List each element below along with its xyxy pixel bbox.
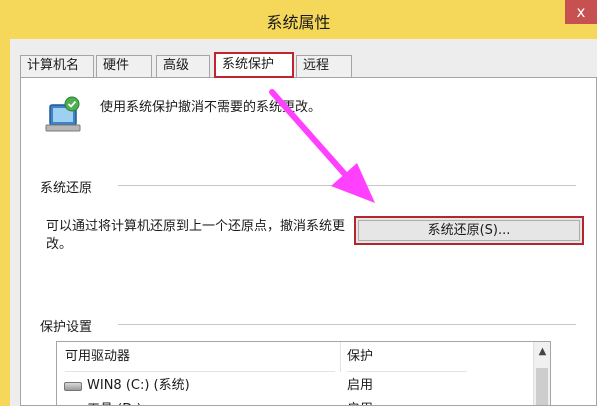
- system-restore-button-label: 系统还原(S)...: [427, 223, 511, 238]
- table-row[interactable]: 工具 (D:) 启用: [57, 398, 535, 405]
- tab-advanced[interactable]: 高级: [156, 55, 210, 77]
- system-restore-group-label: 系统还原: [40, 181, 93, 196]
- system-restore-divider: [118, 185, 576, 186]
- window-title: 系统属性: [266, 13, 331, 32]
- tab-hardware[interactable]: 硬件: [96, 55, 152, 77]
- title-bar: 系统属性 x: [0, 0, 597, 39]
- close-button[interactable]: x: [565, 0, 597, 24]
- drive-name: WIN8 (C:) (系统): [87, 378, 190, 393]
- scrollbar[interactable]: ▲: [533, 342, 550, 405]
- intro-text: 使用系统保护撤消不需要的系统更改。: [100, 100, 322, 115]
- drive-icon: [64, 382, 82, 391]
- protection-settings-divider: [118, 324, 576, 325]
- protection-status: 启用: [347, 398, 373, 405]
- system-restore-description: 可以通过将计算机还原到上一个还原点，撤消系统更改。: [46, 219, 346, 252]
- table-row[interactable]: WIN8 (C:) (系统) 启用: [57, 374, 535, 398]
- scroll-up-arrow-icon[interactable]: ▲: [534, 346, 550, 357]
- tab-system-protection[interactable]: 系统保护: [214, 52, 294, 78]
- drive-name: 工具 (D:): [87, 398, 142, 405]
- protection-status: 启用: [347, 378, 374, 393]
- scroll-thumb[interactable]: [536, 368, 548, 405]
- tab-remote[interactable]: 远程: [296, 55, 352, 77]
- protection-drives-list[interactable]: 可用驱动器 保护 WIN8 (C:) (系统) 启用 工具 (D:) 启用 ▲: [56, 341, 551, 406]
- tab-computer-name[interactable]: 计算机名: [20, 55, 94, 77]
- system-protection-icon: [45, 96, 81, 132]
- system-restore-button[interactable]: 系统还原(S)...: [354, 216, 584, 245]
- protection-settings-group-label: 保护设置: [40, 320, 93, 335]
